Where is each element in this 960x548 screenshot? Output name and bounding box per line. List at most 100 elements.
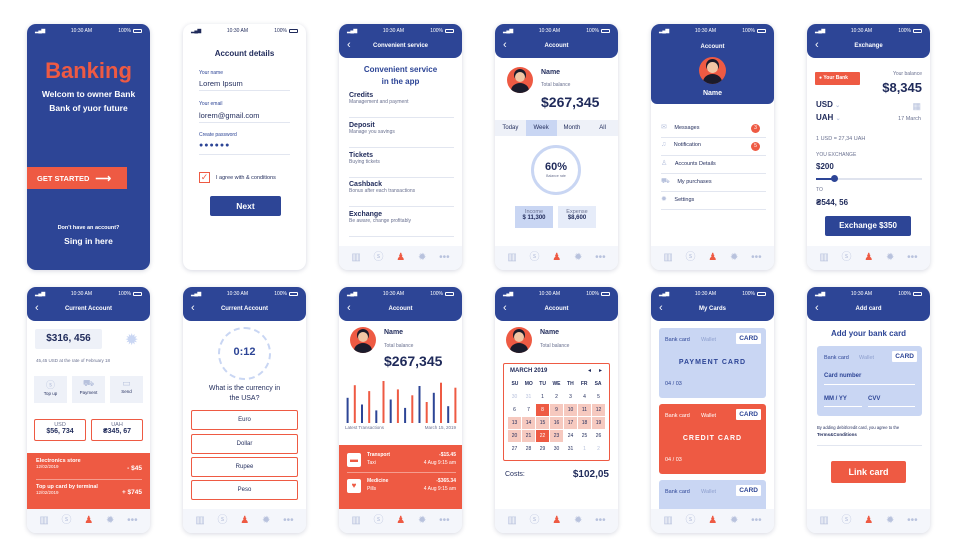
get-started-button[interactable]: GET STARTED ⟶ xyxy=(27,167,127,189)
calendar-day[interactable]: 2 xyxy=(592,443,605,455)
person-icon[interactable]: ♟ xyxy=(240,516,249,526)
tab-bank-card[interactable]: Bank card xyxy=(665,413,690,419)
gear-icon[interactable]: ✹ xyxy=(730,516,738,526)
calendar-day[interactable]: 27 xyxy=(508,443,521,455)
dollar-icon[interactable]: ⓢ xyxy=(374,516,384,526)
signin-link[interactable]: Sing in here xyxy=(27,236,150,246)
calendar-day[interactable]: 5 xyxy=(592,391,605,403)
credit-card[interactable]: Bank card Wallet CARD CREDIT CARD 04 / 0… xyxy=(659,404,766,474)
tab-wallet[interactable]: Wallet xyxy=(859,355,874,361)
calendar-day[interactable]: 19 xyxy=(592,417,605,429)
gear-icon[interactable]: ✹ xyxy=(418,253,426,263)
tab-wallet[interactable]: Wallet xyxy=(701,489,716,495)
next-month-icon[interactable]: ▸ xyxy=(599,367,602,374)
dollar-icon[interactable]: ⓢ xyxy=(218,516,228,526)
chart-icon[interactable]: ▥ xyxy=(663,253,672,263)
service-item-cashback[interactable]: Cashback Bonus after each transactions xyxy=(349,181,454,207)
calendar-day[interactable]: 24 xyxy=(564,430,577,442)
payment-action[interactable]: ⛟ Payment xyxy=(72,376,105,403)
usd-box[interactable]: USD $56, 734 xyxy=(34,419,86,441)
currency-from-select[interactable]: USD ⌄ xyxy=(816,100,840,109)
tab-today[interactable]: Today xyxy=(495,125,526,131)
tab-week[interactable]: Week xyxy=(525,120,557,136)
dollar-icon[interactable]: ⓢ xyxy=(842,516,852,526)
person-icon[interactable]: ♟ xyxy=(396,516,405,526)
calendar-day[interactable]: 20 xyxy=(508,430,521,442)
chart-icon[interactable]: ▥ xyxy=(39,516,48,526)
chart-icon[interactable]: ▥ xyxy=(351,516,360,526)
calendar-day[interactable]: 31 xyxy=(564,443,577,455)
gear-icon[interactable]: ✹ xyxy=(730,253,738,263)
calendar-day[interactable]: 26 xyxy=(592,430,605,442)
chart-icon[interactable]: ▥ xyxy=(507,516,516,526)
calendar-day[interactable]: 13 xyxy=(508,417,521,429)
dollar-icon[interactable]: ⓢ xyxy=(374,253,384,263)
dollar-icon[interactable]: ⓢ xyxy=(686,516,696,526)
menu-item-settings[interactable]: ✹ Settings xyxy=(661,195,766,210)
calendar-day[interactable]: 30 xyxy=(550,443,563,455)
answer-option[interactable]: Peso xyxy=(191,480,298,500)
calendar-day[interactable]: 18 xyxy=(578,417,591,429)
password-field[interactable]: ●●●●●● xyxy=(199,142,230,149)
more-icon[interactable]: ••• xyxy=(907,253,918,263)
more-icon[interactable]: ••• xyxy=(439,516,450,526)
email-field[interactable]: lorem@gmail.com xyxy=(199,111,260,120)
calendar-day[interactable]: 2 xyxy=(550,391,563,403)
chart-icon[interactable]: ▥ xyxy=(351,253,360,263)
amount-slider[interactable] xyxy=(816,175,922,182)
person-icon[interactable]: ♟ xyxy=(396,253,405,263)
answer-option[interactable]: Rupee xyxy=(191,457,298,477)
calendar-day[interactable]: 14 xyxy=(522,417,535,429)
calendar-day[interactable]: 4 xyxy=(578,391,591,403)
slider-handle[interactable] xyxy=(831,175,838,182)
calendar-day[interactable]: 22 xyxy=(536,430,549,442)
more-icon[interactable]: ••• xyxy=(127,516,138,526)
card-number-field[interactable]: Card number xyxy=(824,373,861,379)
terms-link[interactable]: Terms&Conditions xyxy=(817,432,857,437)
calendar-day[interactable]: 15 xyxy=(536,417,549,429)
tab-bank-card[interactable]: Bank card xyxy=(665,489,690,495)
gear-icon[interactable]: ✹ xyxy=(886,516,894,526)
expiry-field[interactable]: MM / YY xyxy=(824,396,847,402)
name-field[interactable]: Lorem Ipsum xyxy=(199,79,243,88)
transaction-item[interactable]: Top up card by terminal 12/02/2019 + $74… xyxy=(36,484,142,506)
tab-wallet[interactable]: Wallet xyxy=(701,413,716,419)
tab-all[interactable]: All xyxy=(587,125,618,131)
dollar-icon[interactable]: ⓢ xyxy=(62,516,72,526)
more-icon[interactable]: ••• xyxy=(751,253,762,263)
calendar-day[interactable]: 31 xyxy=(522,391,535,403)
transaction-item[interactable]: Electronics store 12/02/2019 - $45 xyxy=(36,458,142,480)
calendar-day[interactable]: 8 xyxy=(536,404,549,416)
transaction-item[interactable]: ♥ Medicine Pills -$365.34 4 Aug 9:15 am xyxy=(347,477,456,499)
menu-item-messages[interactable]: ✉ Messages 3 xyxy=(661,123,766,138)
gear-icon[interactable]: ✹ xyxy=(106,516,114,526)
gear-icon[interactable]: ✹ xyxy=(574,516,582,526)
calendar-day[interactable]: 7 xyxy=(522,404,535,416)
calendar-day[interactable]: 11 xyxy=(578,404,591,416)
gear-icon[interactable]: ✹ xyxy=(886,253,894,263)
service-item-credits[interactable]: Credits Management and payment xyxy=(349,92,454,118)
dollar-icon[interactable]: ⓢ xyxy=(686,253,696,263)
exchange-button[interactable]: Exchange $350 xyxy=(825,216,911,236)
calendar-day[interactable]: 21 xyxy=(522,430,535,442)
send-action[interactable]: ▭ Send xyxy=(110,376,143,403)
dollar-icon[interactable]: ⓢ xyxy=(530,516,540,526)
transaction-item[interactable]: ▬ Transport Taxi -$15.45 4 Aug 9:15 am xyxy=(347,451,456,473)
cvv-field[interactable]: CVV xyxy=(868,396,880,402)
tab-bank-card[interactable]: Bank card xyxy=(824,355,849,361)
more-icon[interactable]: ••• xyxy=(595,516,606,526)
service-item-exchange[interactable]: Exchange Be aware, change profitably xyxy=(349,211,454,237)
calendar-day[interactable]: 30 xyxy=(508,391,521,403)
gear-icon[interactable]: ✹ xyxy=(574,253,582,263)
payment-card[interactable]: Bank card Wallet CARD PAYMENT CARD 04 / … xyxy=(659,328,766,398)
calendar-day[interactable]: 16 xyxy=(550,417,563,429)
answer-option[interactable]: Dollar xyxy=(191,434,298,454)
calendar-icon[interactable]: ▦ xyxy=(912,101,921,112)
menu-item-notification[interactable]: ♫ Notification 5 xyxy=(661,141,766,156)
person-icon[interactable]: ♟ xyxy=(864,253,873,263)
answer-option[interactable]: Euro xyxy=(191,410,298,430)
chart-icon[interactable]: ▥ xyxy=(819,516,828,526)
calendar-day[interactable]: 12 xyxy=(592,404,605,416)
agree-checkbox[interactable]: ✓ xyxy=(199,172,210,183)
chart-icon[interactable]: ▥ xyxy=(507,253,516,263)
